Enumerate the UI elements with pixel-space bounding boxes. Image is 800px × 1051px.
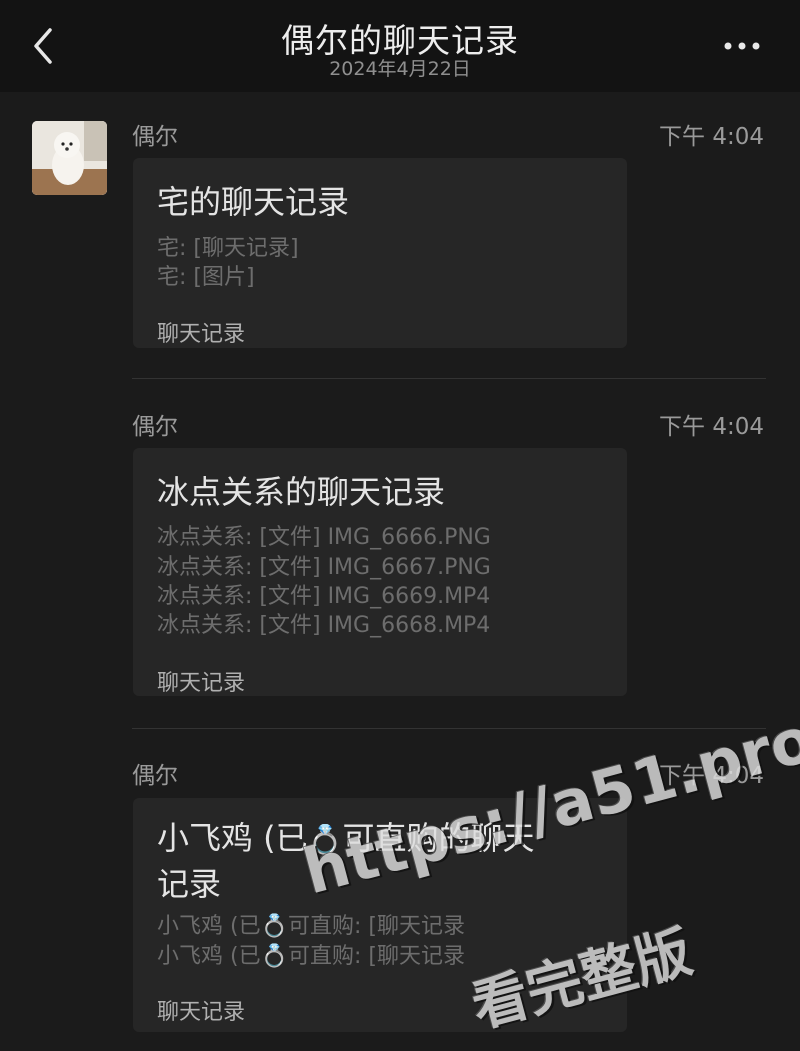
card-preview-line: 冰点关系: [文件] IMG_6666.PNG xyxy=(157,525,491,550)
card-preview-line: 小飞鸡 (已💍可直购: [聊天记录 xyxy=(157,938,465,970)
page-date: 2024年4月22日 xyxy=(329,58,471,80)
divider xyxy=(132,728,766,729)
card-footer-label: 聊天记录 xyxy=(157,322,246,347)
card-preview-part: 可直购: [聊天记录 xyxy=(287,914,465,939)
card-preview-part: 小飞鸡 (已 xyxy=(157,944,261,969)
message-time: 下午 4:04 xyxy=(659,124,764,150)
card-footer-label: 聊天记录 xyxy=(157,1000,246,1025)
card-title: 冰点关系的聊天记录 xyxy=(157,473,446,511)
message-time: 下午 4:04 xyxy=(659,414,764,440)
card-title-part: 记录 xyxy=(157,865,222,903)
card-preview-line: 冰点关系: [文件] IMG_6667.PNG xyxy=(157,555,491,580)
card-title: 宅的聊天记录 xyxy=(157,183,350,221)
chat-record-card[interactable]: 宅的聊天记录 宅: [聊天记录] 宅: [图片] 聊天记录 xyxy=(133,158,627,348)
message-sender: 偶尔 xyxy=(132,414,178,440)
card-preview-part: 可直购: [聊天记录 xyxy=(287,944,465,969)
more-dots-icon[interactable] xyxy=(722,36,762,56)
chat-record-card[interactable]: 冰点关系的聊天记录 冰点关系: [文件] IMG_6666.PNG 冰点关系: … xyxy=(133,448,627,696)
card-footer-label: 聊天记录 xyxy=(157,671,246,696)
divider xyxy=(132,378,766,379)
card-title-part: 小飞鸡 (已 xyxy=(157,819,308,857)
card-preview-part: 小飞鸡 (已 xyxy=(157,914,261,939)
card-preview-line: 宅: [聊天记录] xyxy=(157,236,299,261)
card-preview-line: 冰点关系: [文件] IMG_6669.MP4 xyxy=(157,584,491,609)
ring-emoji-icon: 💍 xyxy=(260,914,288,939)
card-preview-line: 小飞鸡 (已💍可直购: [聊天记录 xyxy=(157,908,465,940)
card-preview-line: 宅: [图片] xyxy=(157,265,255,290)
top-bar: 偶尔的聊天记录 2024年4月22日 xyxy=(0,0,800,92)
card-preview-line: 冰点关系: [文件] IMG_6668.MP4 xyxy=(157,613,491,638)
dog-avatar-icon xyxy=(32,121,107,195)
message-sender: 偶尔 xyxy=(132,124,178,150)
message-sender: 偶尔 xyxy=(132,763,178,789)
avatar[interactable] xyxy=(32,121,107,195)
ring-emoji-icon: 💍 xyxy=(260,944,288,969)
